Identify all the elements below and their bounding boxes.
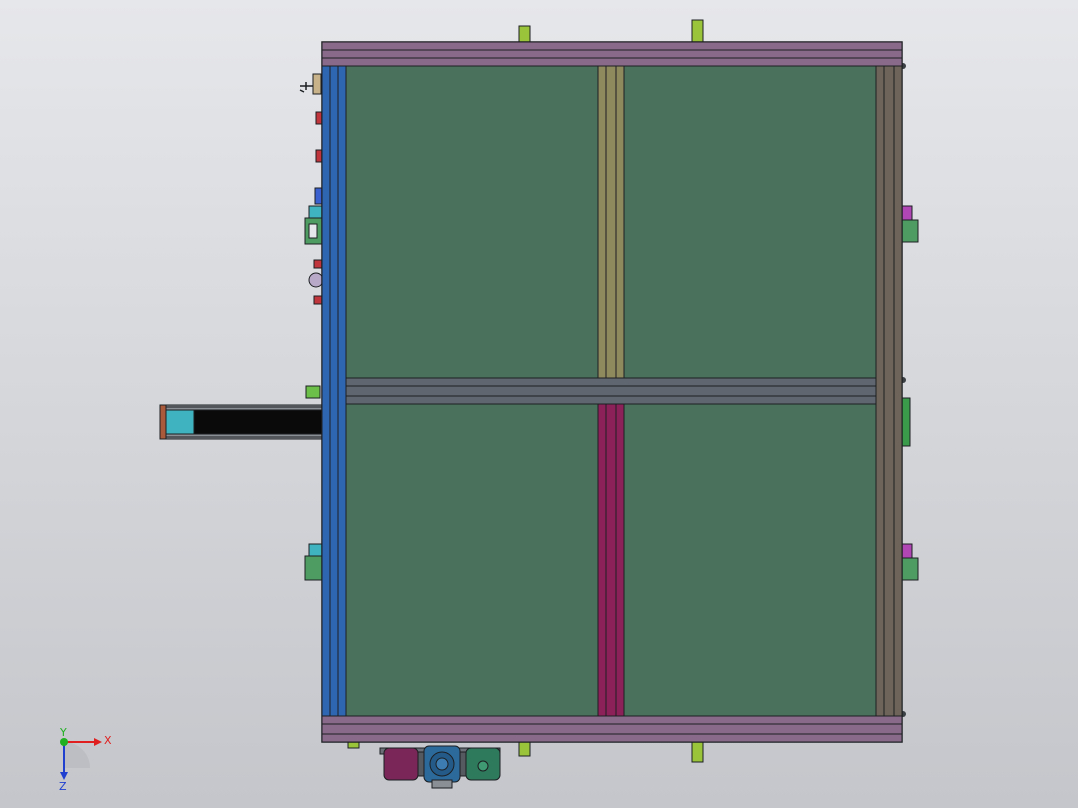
- divider-upper: [597, 65, 625, 379]
- panel-top-right: [623, 65, 877, 379]
- red-part: [315, 149, 323, 163]
- green-fitting: [305, 385, 321, 399]
- axis-x-label: X: [104, 734, 112, 747]
- hook-part: [299, 82, 314, 93]
- red-part: [315, 111, 323, 125]
- assembly-drawing: [159, 19, 919, 789]
- main-frame: [321, 41, 903, 743]
- green-bracket: [304, 555, 323, 581]
- right-rail: [875, 65, 903, 717]
- red-part: [313, 295, 323, 305]
- divider-lower: [597, 403, 625, 717]
- left-side-components: [299, 73, 324, 581]
- panel-bottom-right: [623, 403, 877, 717]
- red-part: [313, 259, 323, 269]
- coordinate-triad-icon: X Y Z: [59, 728, 112, 793]
- bracket-inner: [308, 223, 318, 239]
- panel-bottom-left: [345, 403, 599, 717]
- middle-rail: [345, 377, 877, 405]
- motor-assembly: [379, 745, 501, 789]
- sensor-part: [312, 73, 322, 95]
- top-rail: [321, 41, 903, 67]
- axis-z-label: Z: [59, 780, 67, 793]
- bottom-rail: [321, 715, 903, 743]
- round-fitting: [308, 272, 324, 288]
- left-rail: [321, 65, 347, 717]
- conveyor-extension: [159, 404, 324, 440]
- cad-viewport[interactable]: X Y Z: [0, 0, 1078, 808]
- motor-magenta: [383, 747, 419, 781]
- blue-part: [314, 187, 323, 205]
- panel-top-left: [345, 65, 599, 379]
- axis-y-label: Y: [59, 728, 67, 739]
